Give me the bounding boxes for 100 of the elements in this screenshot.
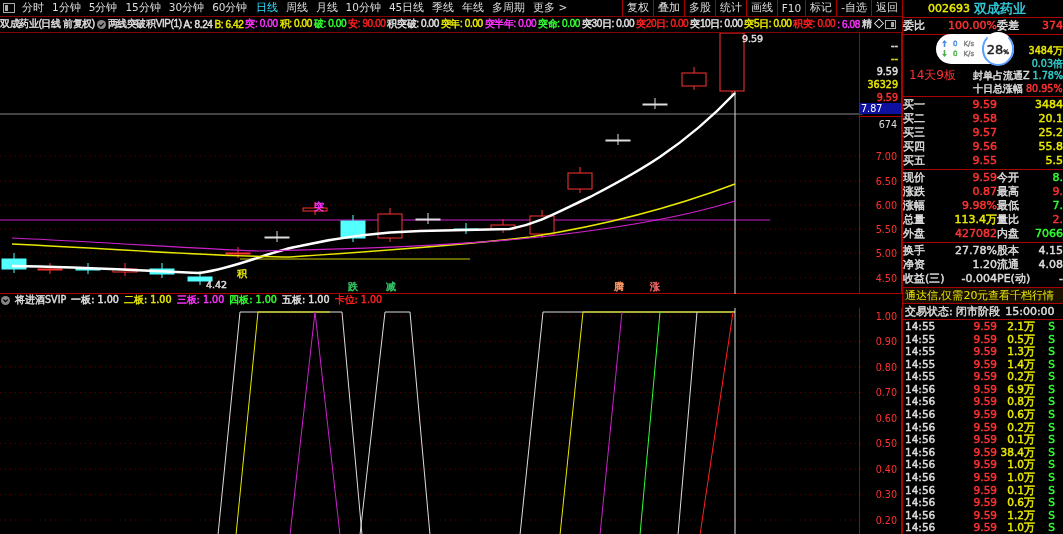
panel-toggle-icon[interactable]	[3, 3, 15, 13]
indicator-value: 安: 90.00	[348, 17, 386, 32]
tick-side: S	[1047, 370, 1055, 383]
tick-side: S	[1047, 345, 1055, 358]
candlestick	[377, 207, 403, 243]
tick-volume: 0.8万	[1006, 395, 1035, 409]
tick-time: 14:56	[905, 395, 937, 409]
tick-price: 9.59	[972, 458, 997, 472]
period-tab[interactable]: 分时	[18, 1, 48, 15]
tick-side: S	[1047, 471, 1055, 484]
tick-side: S	[1047, 445, 1055, 459]
period-tab[interactable]: 1分钟	[48, 1, 85, 15]
tick-volume: 38.4万	[999, 445, 1035, 459]
tick-time: 14:56	[905, 420, 937, 434]
indicator-value: 四板: 1.00	[229, 294, 277, 308]
indicator-value: 破: 0.00	[313, 17, 347, 32]
period-tab[interactable]: 月线	[311, 1, 342, 15]
tick-price: 9.59	[972, 445, 997, 459]
tick-price: 9.59	[972, 370, 997, 383]
period-tab[interactable]: 45日线	[384, 1, 429, 15]
period-tab[interactable]: 30分钟	[164, 1, 209, 15]
field-value: 7066	[1034, 226, 1063, 241]
tick-price: 9.59	[972, 496, 997, 509]
up-arrow-icon	[942, 40, 947, 47]
tick-price: 9.59	[972, 408, 997, 421]
chevron-circle-icon[interactable]	[1, 296, 10, 306]
stock-name: 双成药业	[974, 0, 1026, 18]
field-label: 总量	[903, 212, 926, 227]
panel-toggle-icon[interactable]	[885, 19, 897, 29]
indicator-value: 突10日: 0.00	[690, 17, 743, 32]
bid-label: 买五	[903, 153, 926, 168]
price-tick: 5.50	[875, 223, 897, 235]
tick-side: S	[1047, 382, 1055, 396]
price-tick: 6.00	[875, 199, 897, 211]
field-value: 4.08	[1037, 257, 1063, 272]
period-tab[interactable]: 10分钟	[341, 1, 385, 15]
tick-side: S	[1047, 433, 1055, 446]
indicator-value: 积: 0.00	[279, 17, 312, 32]
field-label: 流通	[997, 257, 1020, 272]
tick-price: 9.59	[972, 345, 997, 358]
indicator-tail: 精 ◇	[861, 17, 884, 32]
field-value: -	[1058, 271, 1063, 286]
candlestick	[340, 214, 366, 243]
indicator-value: 突命: 0.00	[538, 17, 580, 32]
field-label: 净资	[903, 257, 926, 272]
tick-volume: 1.0万	[1006, 521, 1035, 534]
bid-volume: 55.8	[1037, 139, 1063, 154]
stock-code: 002693	[928, 2, 970, 15]
tick-time: 14:55	[905, 345, 937, 358]
check-circle-icon[interactable]	[96, 19, 106, 29]
indicator-value: 积突破: 0.00	[387, 17, 439, 32]
field-label: 量比	[997, 212, 1020, 227]
field-label: 外盘	[903, 226, 926, 241]
field-value: 1.20	[971, 257, 997, 272]
field-label: 今开	[997, 170, 1020, 185]
seal-label: 十日总涨幅	[972, 82, 1023, 96]
field-value: 27.78%	[954, 243, 997, 258]
period-tab[interactable]: 多周期	[488, 1, 530, 15]
tick-price: 9.59	[972, 508, 997, 522]
period-tab[interactable]: 5分钟	[84, 1, 122, 15]
chart-label: 涨	[650, 280, 660, 294]
indicator-tick: 0.70	[875, 387, 897, 399]
tick-time: 14:56	[905, 382, 937, 396]
indicator-value: 一板: 1.00	[71, 294, 119, 308]
indicator-tick: 0.80	[875, 361, 897, 373]
bid-label: 买三	[903, 125, 926, 140]
tick-time: 14:56	[905, 471, 937, 484]
tick-time: 14:56	[905, 433, 937, 446]
tick-price: 9.59	[972, 521, 997, 534]
bid-price: 9.57	[971, 125, 997, 140]
candlestick	[490, 218, 516, 234]
tick-price: 9.59	[972, 382, 997, 396]
tick-volume: 0.2万	[1006, 420, 1035, 434]
indicator-tick: 0.30	[875, 489, 897, 501]
cursor-volume: 674	[878, 118, 897, 130]
tick-volume: 0.5万	[1006, 332, 1035, 346]
period-tab[interactable]: 日线	[251, 1, 282, 15]
tick-side: S	[1047, 420, 1055, 434]
period-tab[interactable]: 季线	[428, 1, 459, 15]
period-tab[interactable]: 更多 >	[529, 1, 572, 15]
field-value: 100.00%	[947, 19, 997, 33]
tick-side: S	[1047, 319, 1055, 333]
down-arrow-icon	[942, 50, 947, 57]
indicator-value: 二板: 1.00	[123, 294, 172, 308]
tick-time: 14:56	[905, 508, 937, 522]
indicator-value: 三板: 1.00	[176, 294, 225, 308]
field-label: 委差	[997, 19, 1020, 33]
candlestick	[149, 262, 175, 279]
tick-price: 9.59	[972, 319, 997, 333]
indicator-value: 积突: 0.00	[793, 17, 836, 32]
axis-label: --	[891, 51, 898, 65]
period-tab[interactable]: 60分钟	[208, 1, 252, 15]
tick-time: 14:55	[905, 332, 937, 346]
field-value: 374	[1041, 19, 1063, 33]
status-time: 15:00:00	[1005, 304, 1055, 318]
period-tab[interactable]: 周线	[281, 1, 312, 15]
period-tab[interactable]: 15分钟	[121, 1, 165, 15]
field-label: 最高	[997, 184, 1020, 199]
period-tab[interactable]: 年线	[458, 1, 489, 15]
tick-time: 14:56	[905, 445, 937, 459]
